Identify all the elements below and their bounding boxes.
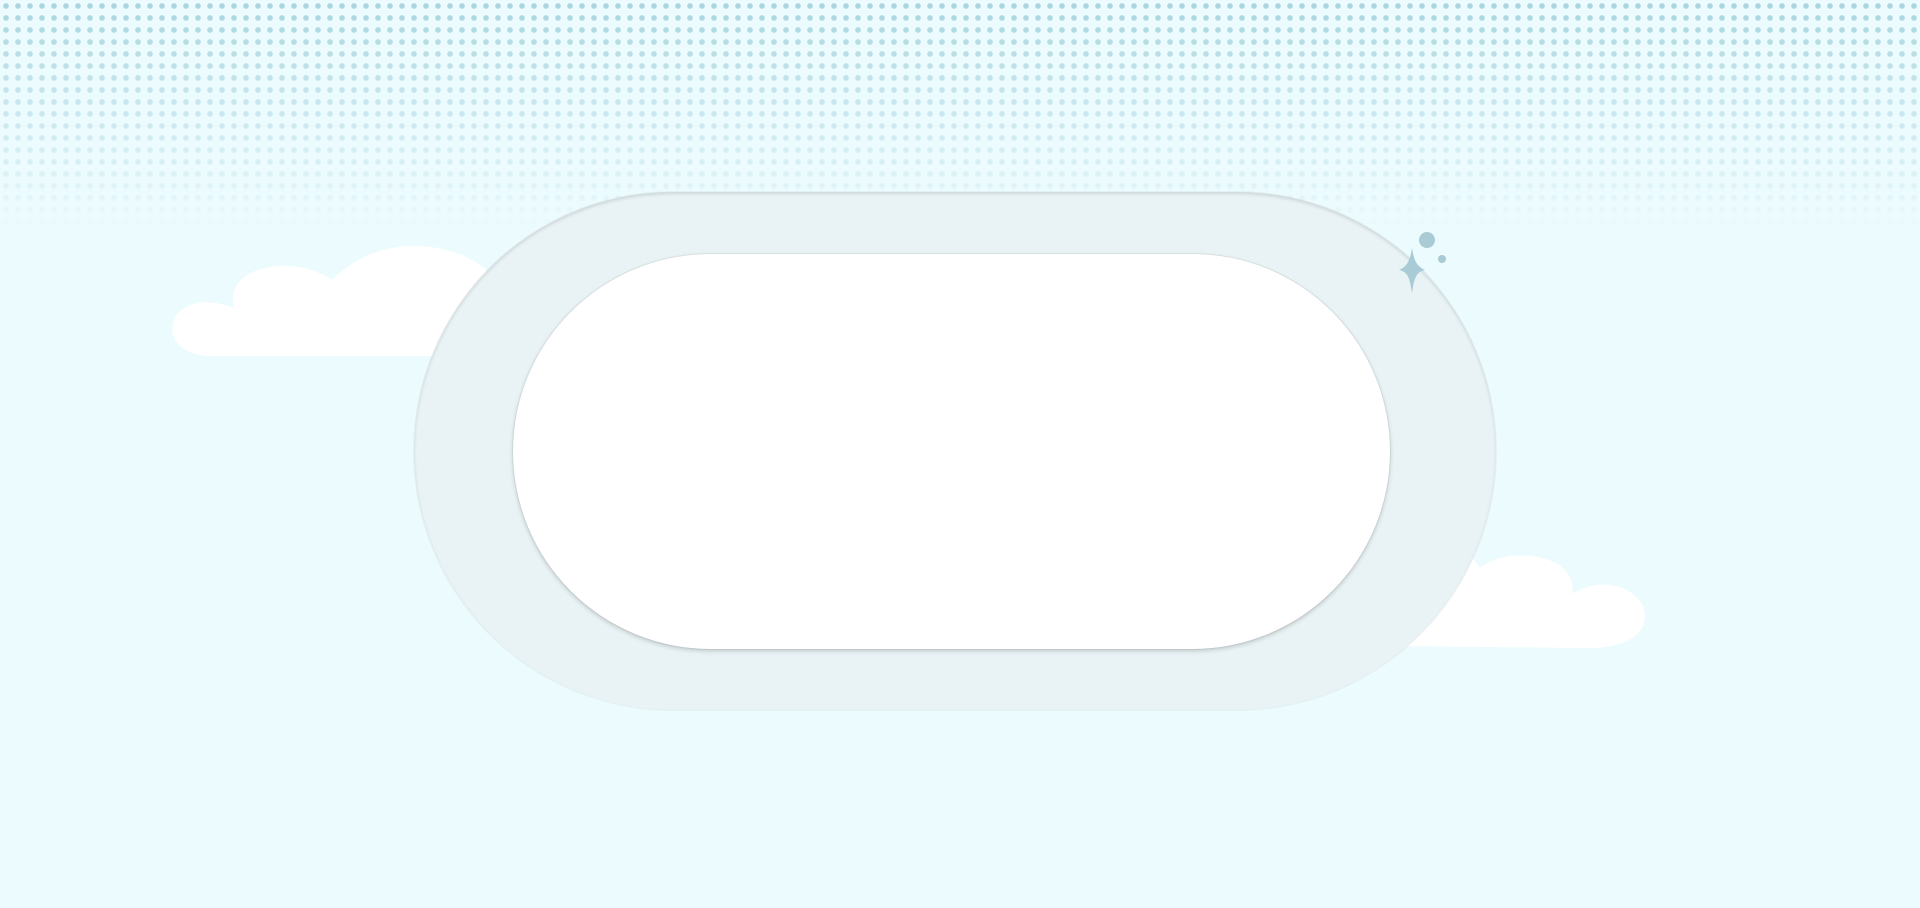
content-panel [513, 254, 1390, 649]
sparkle-icon [1399, 232, 1446, 294]
login-scene [0, 0, 1920, 908]
